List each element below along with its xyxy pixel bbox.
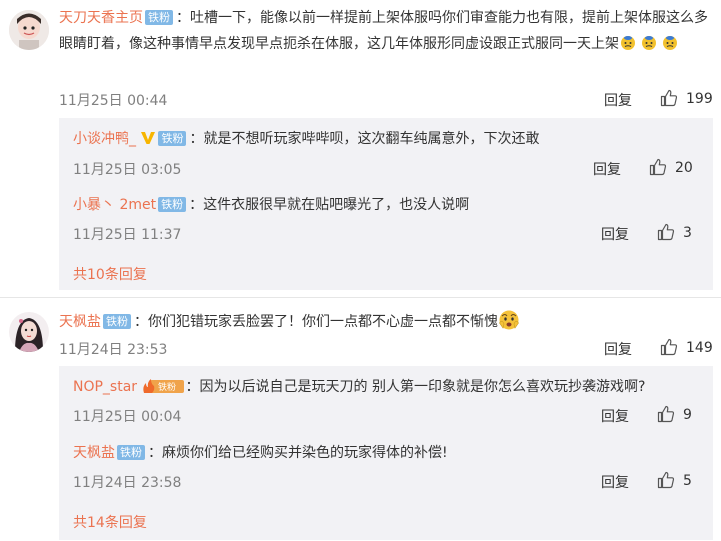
comment-time: 11月24日 23:53 <box>59 342 168 358</box>
view-all-replies-link[interactable]: 共10条回复 <box>73 264 147 284</box>
thumbs-up-icon <box>649 158 675 176</box>
reply-2: 天枫盐 铁粉 ：麻烦你们给已经购买并染色的玩家得体的补偿! <box>73 445 448 461</box>
like-button[interactable]: 5 <box>657 471 692 489</box>
like-button[interactable]: 149 <box>660 338 713 356</box>
like-count: 199 <box>686 91 713 107</box>
reply-button[interactable]: 回复 <box>604 90 632 110</box>
reply-button[interactable]: 回复 <box>604 339 632 359</box>
fan-badge[interactable]: 铁粉 <box>145 10 173 25</box>
svg-text:铁粉: 铁粉 <box>158 381 176 393</box>
thumbs-up-icon <box>657 223 683 241</box>
view-all-replies-link[interactable]: 共14条回复 <box>73 512 147 532</box>
reply-box: NOP_star 铁粉 ：因为以后说自己是玩天刀的 别人第一印象就是你怎么喜欢玩抄… <box>59 366 713 540</box>
scared-emoji-icon <box>498 310 520 330</box>
fan-badge[interactable]: 铁粉 <box>158 131 187 146</box>
sweat-emoji-icon <box>619 36 682 52</box>
reply-time: 11月25日 03:05 <box>73 162 182 178</box>
fan-badge[interactable]: 铁粉 <box>158 197 187 212</box>
reply-box: 小谈冲鸭_ 铁粉 ：就是不想听玩家哔哔呗，这次翻车纯属意外，下次还敢 11月25日… <box>59 118 713 290</box>
thumbs-up-icon <box>657 471 683 489</box>
reply-username[interactable]: NOP_star <box>73 379 137 395</box>
reply-time: 11月25日 00:04 <box>73 409 182 425</box>
reply-button[interactable]: 回复 <box>601 406 629 426</box>
avatar[interactable] <box>9 10 49 50</box>
like-button[interactable]: 199 <box>660 89 713 107</box>
reply-1: NOP_star 铁粉 ：因为以后说自己是玩天刀的 别人第一印象就是你怎么喜欢玩抄… <box>73 379 646 395</box>
reply-button[interactable]: 回复 <box>601 472 629 492</box>
reply-username[interactable]: 小暴丶 2met <box>73 197 156 213</box>
thumbs-up-icon <box>660 338 686 356</box>
reply-time: 11月24日 23:58 <box>73 475 182 491</box>
like-count: 3 <box>683 225 692 241</box>
reply-button[interactable]: 回复 <box>593 159 621 179</box>
thumbs-up-icon <box>657 405 683 423</box>
like-button[interactable]: 9 <box>657 405 692 423</box>
comment-text: 天刀天香主页 铁粉 ：吐槽一下，能像以前一样提前上架体服吗你们审查能力也有限，提前上… <box>59 10 708 52</box>
thumbs-up-icon <box>660 89 686 107</box>
comment-username[interactable]: 天枫盐 <box>59 314 101 330</box>
fan-badge[interactable]: 铁粉 <box>117 445 145 460</box>
reply-button[interactable]: 回复 <box>601 224 629 244</box>
like-count: 149 <box>686 340 713 356</box>
like-count: 5 <box>683 473 692 489</box>
verified-v-icon <box>140 131 156 147</box>
divider <box>0 297 721 298</box>
reply-username[interactable]: 小谈冲鸭_ <box>73 131 136 147</box>
fire-fan-badge-icon[interactable]: 铁粉 <box>142 379 186 395</box>
like-button[interactable]: 20 <box>649 158 693 176</box>
avatar[interactable] <box>9 312 49 352</box>
reply-time: 11月25日 11:37 <box>73 227 182 243</box>
comment-text: 天枫盐 铁粉 ：你们犯错玩家丢脸罢了！你们一点都不心虚一点都不惭愧 <box>59 309 713 335</box>
comment-username[interactable]: 天刀天香主页 <box>59 10 143 26</box>
comments-page: 天刀天香主页 铁粉 ：吐槽一下，能像以前一样提前上架体服吗你们审查能力也有限，提前上… <box>0 0 721 541</box>
comment-time: 11月25日 00:44 <box>59 93 168 109</box>
reply-1: 小谈冲鸭_ 铁粉 ：就是不想听玩家哔哔呗，这次翻车纯属意外，下次还敢 <box>73 131 540 147</box>
like-count: 9 <box>683 407 692 423</box>
like-button[interactable]: 3 <box>657 223 692 241</box>
like-count: 20 <box>675 160 693 176</box>
fan-badge[interactable]: 铁粉 <box>103 314 131 329</box>
reply-2: 小暴丶 2met 铁粉 ：这件衣服很早就在贴吧曝光了，也没人说啊 <box>73 197 470 213</box>
reply-username[interactable]: 天枫盐 <box>73 445 115 461</box>
